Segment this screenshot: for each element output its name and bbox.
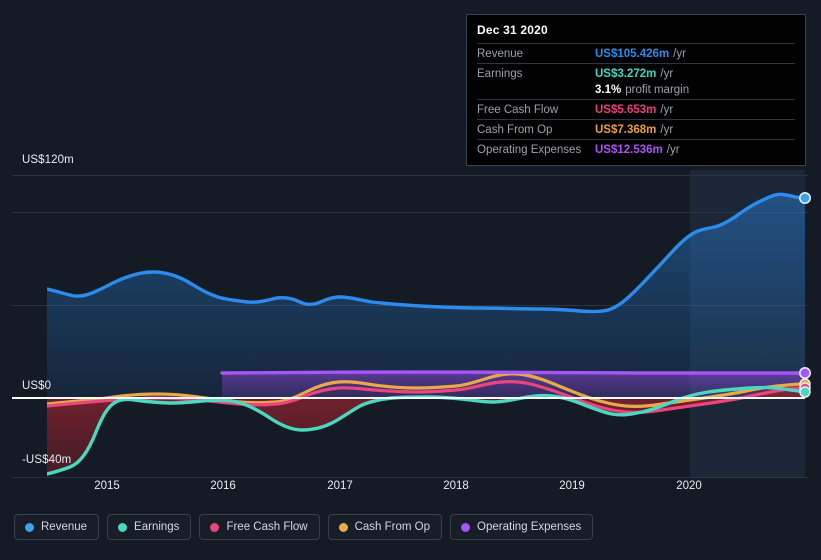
- y-axis-label-top: US$120m: [22, 154, 74, 166]
- legend-item-earnings[interactable]: Earnings: [107, 514, 192, 540]
- tooltip-suffix-free-cash-flow: /yr: [660, 104, 674, 116]
- marker-revenue: [798, 192, 811, 205]
- tooltip-suffix-operating-expenses: /yr: [666, 144, 680, 156]
- tooltip-date: Dec 31 2020: [477, 23, 548, 37]
- tooltip-row-operating-expenses: Operating Expenses US$12.536m /yr: [477, 139, 795, 159]
- legend-label-operating-expenses: Operating Expenses: [477, 521, 582, 533]
- legend-label-revenue: Revenue: [41, 521, 88, 533]
- tooltip-value-cash-from-op: US$7.368m: [595, 124, 657, 136]
- y-axis-label-bottom: -US$40m: [22, 454, 72, 466]
- legend-item-revenue[interactable]: Revenue: [14, 514, 100, 540]
- tooltip-suffix-profit-margin: profit margin: [625, 84, 690, 96]
- tooltip-value-operating-expenses: US$12.536m: [595, 144, 663, 156]
- tooltip-suffix-revenue: /yr: [673, 48, 686, 60]
- y-axis-label-zero: US$0: [22, 380, 52, 392]
- tooltip-suffix-cash-from-op: /yr: [660, 124, 674, 136]
- tooltip-key-earnings: Earnings: [477, 68, 523, 80]
- chart-legend: Revenue Earnings Free Cash Flow Cash Fro…: [14, 514, 594, 540]
- tooltip-row-earnings: Earnings US$3.272m /yr: [477, 63, 795, 83]
- tooltip-key-free-cash-flow: Free Cash Flow: [477, 104, 559, 116]
- legend-item-operating-expenses[interactable]: Operating Expenses: [450, 514, 594, 540]
- x-axis-label-2020: 2020: [676, 480, 702, 492]
- tooltip-row-profit-margin: 3.1% profit margin: [477, 83, 795, 99]
- legend-dot-operating-expenses-icon: [461, 522, 471, 532]
- tooltip-row-cash-from-op: Cash From Op US$7.368m /yr: [477, 119, 795, 139]
- series-line-operating-expenses: [220, 370, 805, 375]
- tooltip-value-free-cash-flow: US$5.653m: [595, 104, 657, 116]
- marker-earnings: [799, 386, 811, 398]
- x-axis-label-2015: 2015: [94, 480, 120, 492]
- x-axis-label-2018: 2018: [443, 480, 469, 492]
- legend-dot-cash-from-op-icon: [338, 522, 348, 532]
- marker-operating-expenses: [798, 366, 811, 379]
- legend-item-free-cash-flow[interactable]: Free Cash Flow: [199, 514, 320, 540]
- x-axis-label-2019: 2019: [559, 480, 585, 492]
- tooltip-key-revenue: Revenue: [477, 48, 524, 60]
- tooltip-row-revenue: Revenue US$105.426m /yr: [477, 43, 795, 63]
- tooltip-value-revenue: US$105.426m: [595, 48, 670, 60]
- x-axis-label-2016: 2016: [210, 480, 236, 492]
- tooltip-value-profit-margin: 3.1%: [595, 84, 622, 96]
- tooltip-key-cash-from-op: Cash From Op: [477, 124, 553, 136]
- chart-tooltip: Dec 31 2020 Revenue US$105.426m /yr Earn…: [466, 14, 806, 166]
- legend-dot-free-cash-flow-icon: [210, 522, 220, 532]
- legend-label-free-cash-flow: Free Cash Flow: [226, 521, 308, 533]
- legend-label-earnings: Earnings: [134, 521, 180, 533]
- legend-label-cash-from-op: Cash From Op: [354, 521, 431, 533]
- tooltip-row-free-cash-flow: Free Cash Flow US$5.653m /yr: [477, 99, 795, 119]
- tooltip-key-operating-expenses: Operating Expenses: [477, 144, 582, 156]
- x-axis-label-2017: 2017: [327, 480, 353, 492]
- chart-page: US$120m US$0 -US$40m 2015 2016 2017 2018…: [0, 0, 821, 560]
- legend-item-cash-from-op[interactable]: Cash From Op: [327, 514, 443, 540]
- tooltip-value-earnings: US$3.272m: [595, 68, 657, 80]
- legend-dot-revenue-icon: [25, 522, 34, 532]
- tooltip-suffix-earnings: /yr: [660, 68, 674, 80]
- legend-dot-earnings-icon: [118, 522, 128, 532]
